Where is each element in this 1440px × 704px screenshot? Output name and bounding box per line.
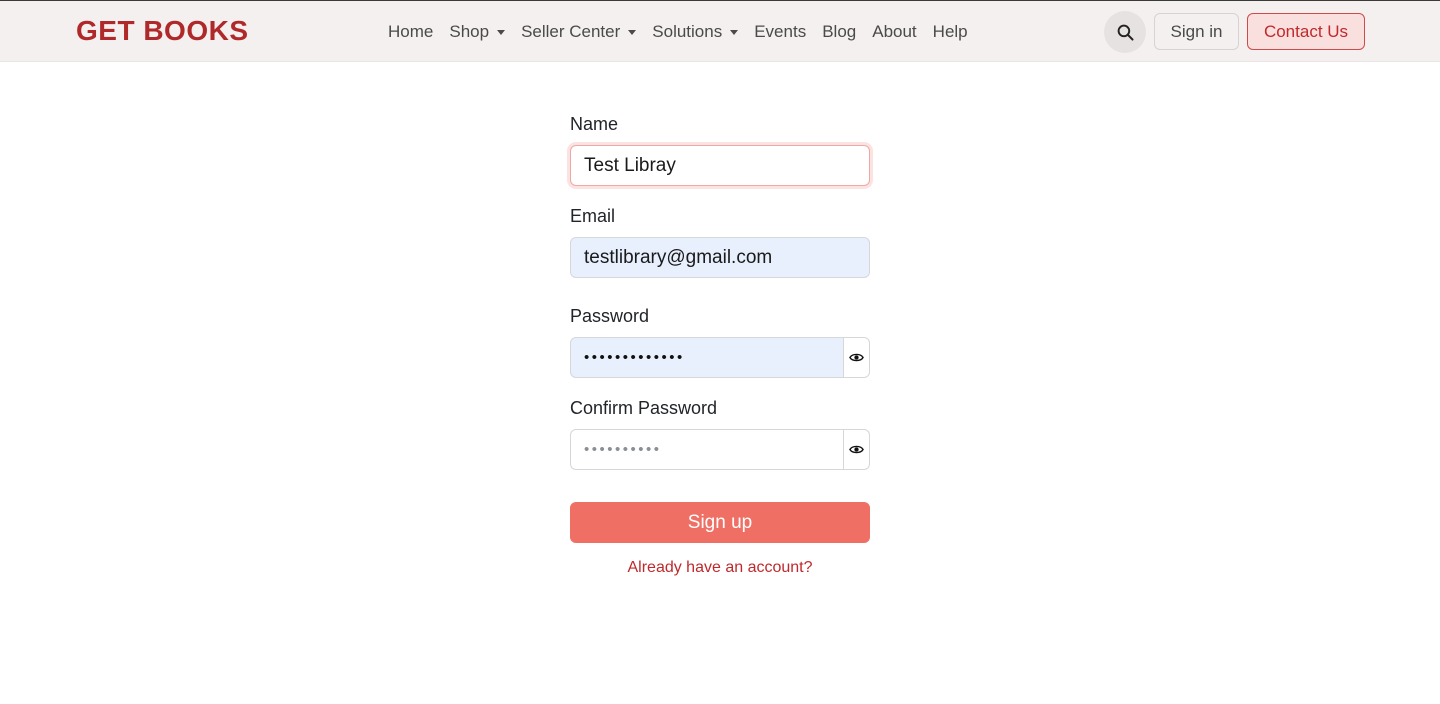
email-input-value: testlibrary@gmail.com: [584, 246, 773, 268]
contact-us-button[interactable]: Contact Us: [1247, 13, 1365, 50]
caret-down-icon: [628, 29, 637, 35]
password-masked-value: •••••••••••••: [584, 349, 685, 366]
email-input[interactable]: testlibrary@gmail.com: [570, 237, 870, 278]
navbar: GET BOOKS Home Shop Seller Center Soluti…: [0, 1, 1440, 62]
eye-icon: [849, 353, 864, 362]
name-input[interactable]: Test Libray: [570, 145, 870, 186]
nav-about[interactable]: About: [864, 19, 924, 45]
nav-solutions-label: Solutions: [652, 22, 723, 41]
search-icon: [1117, 24, 1134, 41]
nav-about-label: About: [872, 22, 917, 41]
name-input-value: Test Libray: [584, 154, 676, 176]
nav-solutions-dropdown[interactable]: Solutions: [644, 19, 746, 45]
nav-seller-center-dropdown[interactable]: Seller Center: [513, 19, 644, 45]
nav-help[interactable]: Help: [925, 19, 976, 45]
nav-events[interactable]: Events: [746, 19, 814, 45]
password-input[interactable]: •••••••••••••: [570, 337, 844, 378]
confirm-password-placeholder: ••••••••••: [584, 441, 662, 458]
nav-home-label: Home: [388, 22, 434, 41]
eye-icon: [849, 445, 864, 454]
confirm-password-label: Confirm Password: [570, 398, 718, 418]
nav-events-label: Events: [754, 22, 807, 41]
sign-in-button[interactable]: Sign in: [1154, 13, 1239, 50]
nav-blog[interactable]: Blog: [814, 19, 864, 45]
password-label: Password: [570, 306, 650, 326]
nav-shop-label: Shop: [449, 22, 490, 41]
caret-down-icon: [730, 29, 739, 35]
caret-down-icon: [497, 29, 506, 35]
nav-help-label: Help: [932, 22, 968, 41]
toggle-password-visibility-button[interactable]: [843, 337, 870, 378]
nav-home[interactable]: Home: [380, 19, 441, 45]
nav-seller-center-label: Seller Center: [521, 22, 621, 41]
toggle-confirm-password-visibility-button[interactable]: [843, 429, 870, 470]
email-label: Email: [570, 206, 616, 226]
nav-blog-label: Blog: [822, 22, 857, 41]
nav-shop-dropdown[interactable]: Shop: [441, 19, 513, 45]
brand-logo[interactable]: GET BOOKS: [76, 15, 249, 47]
name-label: Name: [570, 114, 619, 134]
search-button[interactable]: [1104, 11, 1146, 53]
already-have-account-link[interactable]: Already have an account?: [570, 558, 870, 578]
main-nav: Home Shop Seller Center Solutions Events…: [380, 19, 976, 45]
confirm-password-input[interactable]: ••••••••••: [570, 429, 844, 470]
sign-up-button[interactable]: Sign up: [570, 502, 870, 543]
